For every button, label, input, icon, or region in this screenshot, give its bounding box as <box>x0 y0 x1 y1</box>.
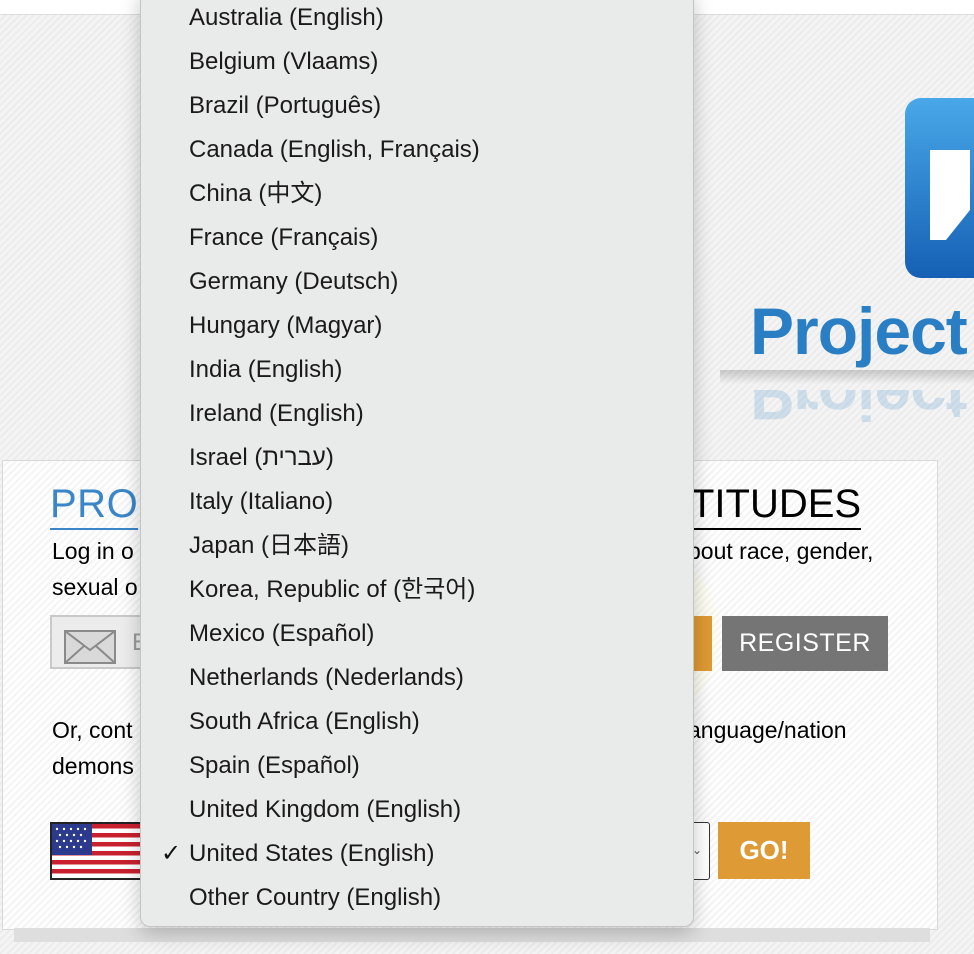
dropdown-option-label: France (Français) <box>189 224 379 251</box>
dropdown-option[interactable]: Netherlands (Nederlands) <box>141 656 693 700</box>
dropdown-option[interactable]: Korea, Republic of (한국어) <box>141 568 693 612</box>
dropdown-option-label: Australia (English) <box>189 4 384 31</box>
register-button[interactable]: REGISTER <box>722 616 888 671</box>
us-flag-icon <box>50 822 142 880</box>
language-prompt-start: Or, cont <box>52 717 133 743</box>
dropdown-option-label: India (English) <box>189 356 343 383</box>
login-button[interactable] <box>692 616 712 671</box>
dropdown-option[interactable]: China (中文) <box>141 172 693 216</box>
dropdown-option-label: Ireland (English) <box>189 400 364 427</box>
logo-wordmark: Project <box>750 294 968 368</box>
dropdown-option[interactable]: South Africa (English) <box>141 700 693 744</box>
dropdown-option-label: Spain (Español) <box>189 752 360 779</box>
dropdown-option[interactable]: Belgium (Vlaams) <box>141 40 693 84</box>
panel-title: PRO <box>50 482 139 530</box>
go-button[interactable]: GO! <box>718 822 810 879</box>
logo-shadow <box>720 370 974 384</box>
checkmark-icon: ✓ <box>161 840 182 867</box>
dropdown-option[interactable]: Brazil (Português) <box>141 84 693 128</box>
panel-shadow <box>14 928 930 942</box>
dropdown-option-label: Italy (Italiano) <box>189 488 334 515</box>
dropdown-option[interactable]: Germany (Deutsch) <box>141 260 693 304</box>
dropdown-option-label: China (中文) <box>189 180 323 207</box>
dropdown-option[interactable]: Australia (English) <box>141 0 693 40</box>
dropdown-option-label: Brazil (Português) <box>189 92 382 119</box>
dropdown-option-label: Other Country (English) <box>189 884 442 911</box>
login-description-line2: sexual o <box>52 574 138 600</box>
dropdown-option[interactable]: Hungary (Magyar) <box>141 304 693 348</box>
dropdown-option-label: Israel (עברית) <box>189 444 334 471</box>
dropdown-option-label: Hungary (Magyar) <box>189 312 383 339</box>
dropdown-option-label: Canada (English, Français) <box>189 136 480 163</box>
login-description-start: Log in o <box>52 538 134 564</box>
dropdown-option-label: Korea, Republic of (한국어) <box>189 576 476 603</box>
login-description-end: bout race, gender, <box>688 538 874 564</box>
logo-reflection: Project <box>750 390 967 430</box>
dropdown-option[interactable]: Italy (Italiano) <box>141 480 693 524</box>
language-prompt-end: anguage/nation <box>688 717 847 743</box>
dropdown-option[interactable]: Mexico (Español) <box>141 612 693 656</box>
dropdown-option-label: United States (English) <box>189 840 435 867</box>
dropdown-option-label: Belgium (Vlaams) <box>189 48 379 75</box>
dropdown-option[interactable]: United Kingdom (English) <box>141 788 693 832</box>
logo-mark <box>905 98 974 278</box>
dropdown-option[interactable]: Israel (עברית) <box>141 436 693 480</box>
panel-title-end: TITUDES <box>690 482 862 530</box>
dropdown-option-label: Japan (日本語) <box>189 532 350 559</box>
dropdown-option[interactable]: France (Français) <box>141 216 693 260</box>
dropdown-option-label: Mexico (Español) <box>189 620 375 647</box>
mail-icon <box>64 630 116 664</box>
dropdown-option[interactable]: Other Country (English) <box>141 876 693 920</box>
dropdown-option-label: Germany (Deutsch) <box>189 268 399 295</box>
dropdown-option[interactable]: Canada (English, Français) <box>141 128 693 172</box>
dropdown-option[interactable]: Ireland (English) <box>141 392 693 436</box>
project-logo: Project Project <box>720 90 974 460</box>
dropdown-option-label: South Africa (English) <box>189 708 420 735</box>
country-dropdown-menu[interactable]: Australia (English) Belgium (Vlaams) Brazi… <box>140 0 694 927</box>
dropdown-option-label: United Kingdom (English) <box>189 796 462 823</box>
dropdown-option-label: Netherlands (Nederlands) <box>189 664 464 691</box>
dropdown-option[interactable]: Japan (日本語) <box>141 524 693 568</box>
language-prompt-line2: demons <box>52 753 134 779</box>
dropdown-option[interactable]: ✓ United States (English) <box>141 832 693 876</box>
dropdown-option[interactable]: Spain (Español) <box>141 744 693 788</box>
dropdown-option[interactable]: India (English) <box>141 348 693 392</box>
